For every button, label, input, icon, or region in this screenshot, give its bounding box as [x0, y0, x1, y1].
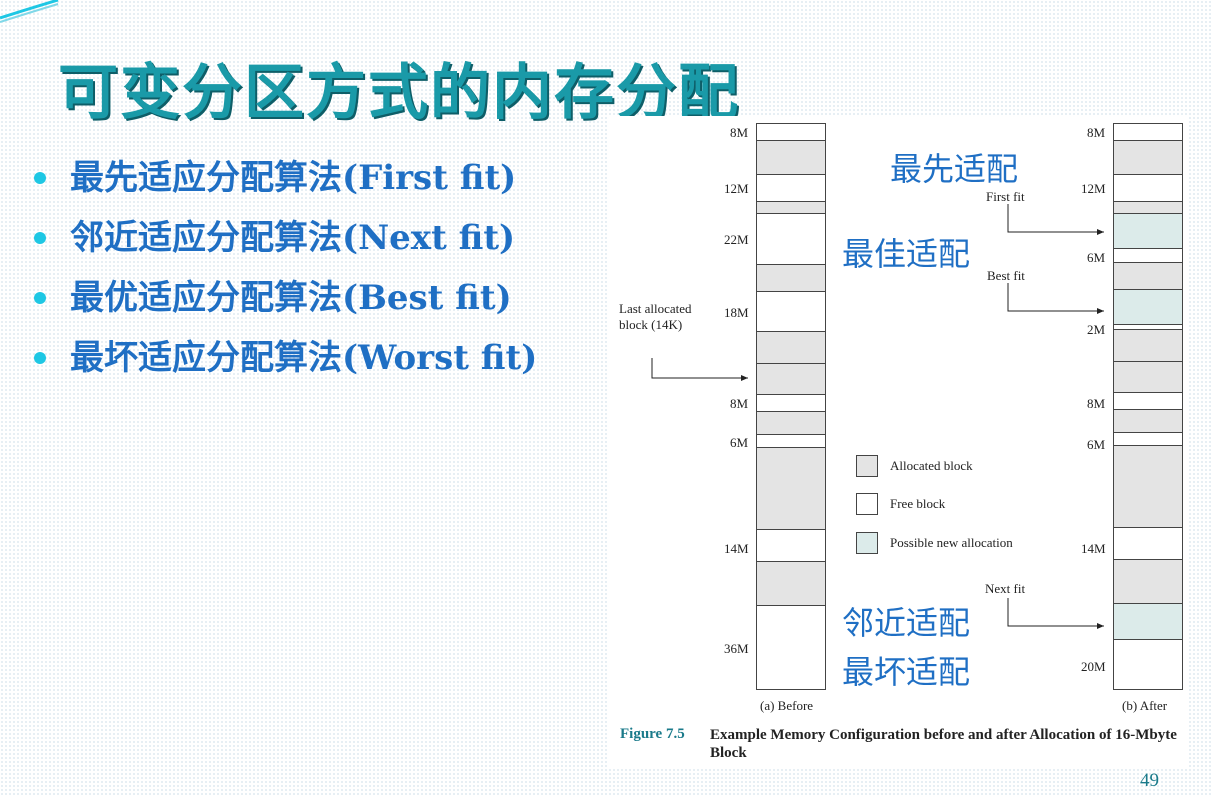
legend-allocated-swatch — [856, 455, 878, 477]
worst-fit-cn-label: 最坏适配 — [842, 653, 971, 691]
page-number: 49 — [1140, 770, 1159, 791]
legend-allocated-label: Allocated block — [890, 458, 973, 473]
next-fit-cn-label: 邻近适配 — [842, 604, 971, 642]
legend-free-swatch — [856, 493, 878, 515]
legend-newalloc-label: Possible new allocation — [890, 535, 1013, 550]
legend-free-label: Free block — [890, 496, 946, 511]
arrows-layer — [651, 204, 1104, 629]
figure-caption: Example Memory Configuration before and … — [710, 727, 1177, 761]
first-fit-cn-label: 最先适配 — [890, 150, 1019, 188]
legend-newalloc-swatch — [856, 532, 878, 554]
after-caption: (b) After — [1122, 698, 1168, 713]
before-caption: (a) Before — [760, 698, 814, 713]
figure-number: Figure 7.5 — [620, 726, 685, 742]
best-fit-cn-label: 最佳适配 — [842, 235, 971, 273]
